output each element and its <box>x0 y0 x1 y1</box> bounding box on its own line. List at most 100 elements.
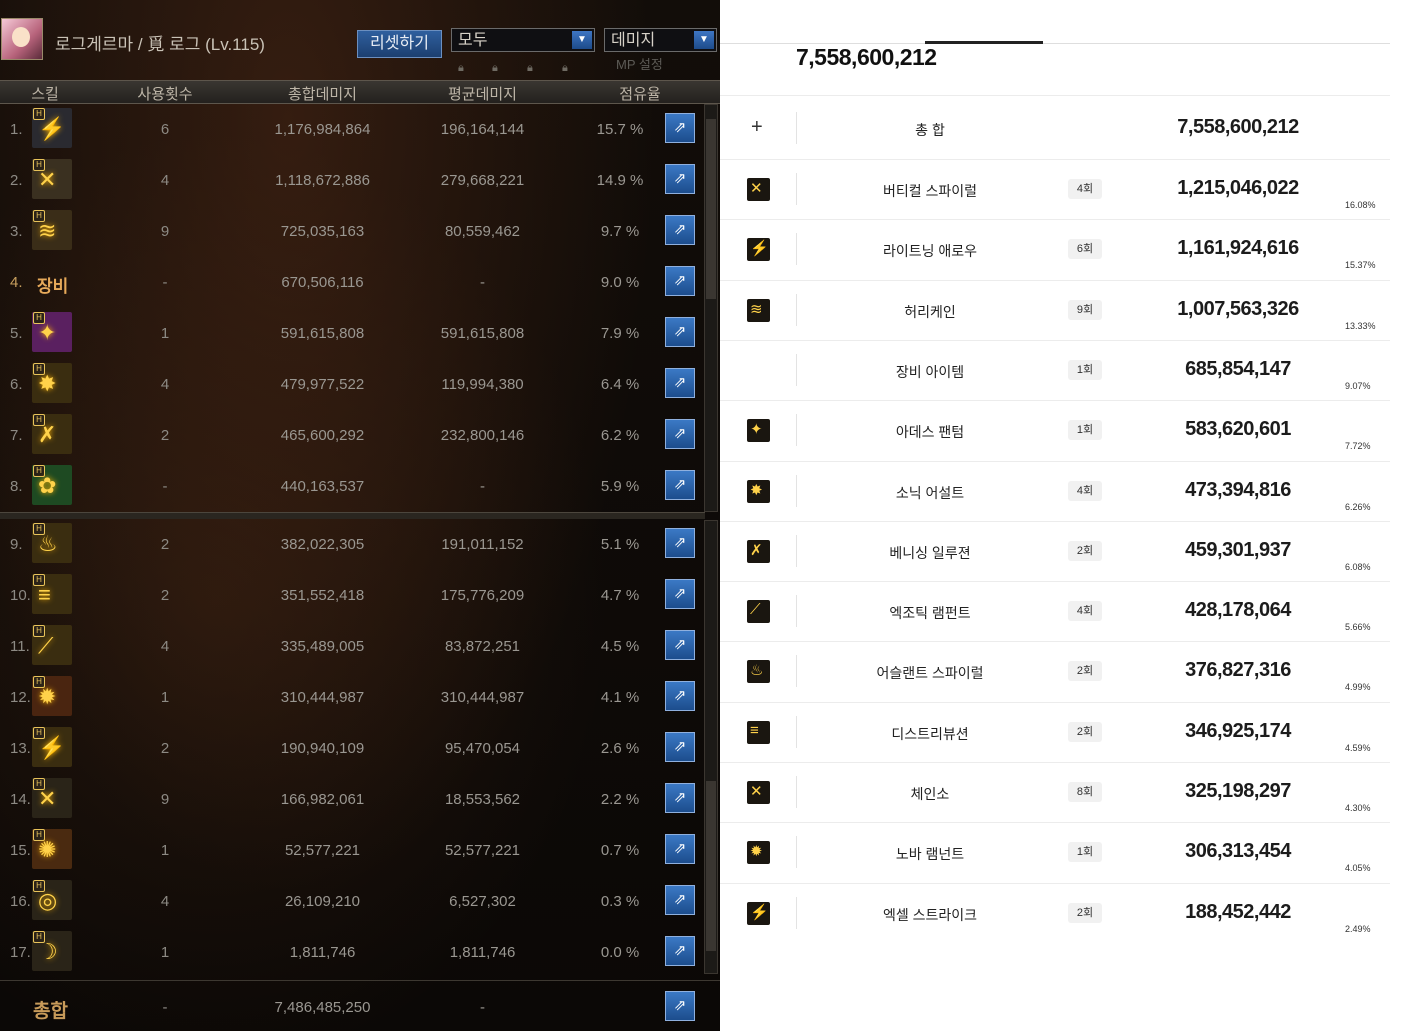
share-percent: 6.4 % <box>600 376 640 393</box>
use-count-badge: 1회 <box>1068 420 1102 441</box>
summary-total-row[interactable]: + 총 합 7,558,600,212 <box>720 100 1390 158</box>
divider <box>796 173 797 205</box>
divider <box>796 414 797 447</box>
share-button[interactable]: ⇗ <box>665 317 695 347</box>
total-damage: 7,486,485,250 <box>274 999 371 1016</box>
divider <box>720 159 1390 160</box>
share-button[interactable]: ⇗ <box>665 164 695 194</box>
share-button[interactable]: ⇗ <box>665 783 695 813</box>
summary-skill-row[interactable]: ≋ 허리케인 9회 1,007,563,326 13.33% <box>720 282 1390 340</box>
summary-skill-row[interactable]: ✗ 베니싱 일루젼 2회 459,301,937 6.08% <box>720 523 1390 581</box>
summary-skill-row[interactable]: ♨ 어슬랜트 스파이럴 2회 376,827,316 4.99% <box>720 643 1390 701</box>
use-count: - <box>162 478 168 495</box>
share-button[interactable]: ⇗ <box>665 579 695 609</box>
game-topbar: 로그게르마 / 覓 로그 (Lv.115) 리셋하기 모두 ▼ 데미지 ▼ MP… <box>0 0 720 80</box>
row-number: 8. <box>10 478 23 495</box>
share-icon: ⇗ <box>673 585 687 602</box>
summary-total-value: 7,558,600,212 <box>1177 116 1299 138</box>
summary-skill-row[interactable]: ⟋ 엑조틱 램펀트 4회 428,178,064 5.66% <box>720 583 1390 641</box>
filter-select[interactable]: 모두 ▼ <box>451 28 595 52</box>
share-button[interactable]: ⇗ <box>665 681 695 711</box>
share-button[interactable]: ⇗ <box>665 215 695 245</box>
skill-name: 라이트닝 애로우 <box>882 243 978 260</box>
mp-setting-label: MP 설정 <box>616 57 663 72</box>
skill-name: 엑조틱 램펀트 <box>889 605 971 622</box>
skill-damage: 459,301,937 <box>1185 538 1291 561</box>
share-button[interactable]: ⇗ <box>665 834 695 864</box>
chevron-down-icon: ▼ <box>694 31 714 49</box>
use-count: 1 <box>160 325 170 342</box>
skill-damage: 428,178,064 <box>1185 599 1291 622</box>
skill-row: 4. 장비 - 670,506,116 - 9.0 % ⇗ <box>0 256 700 307</box>
share-button[interactable]: ⇗ <box>665 419 695 449</box>
summary-skill-row[interactable]: ≡ 디스트리뷰션 2회 346,925,174 4.59% <box>720 704 1390 762</box>
summary-skill-row[interactable]: ✸ 소닉 어설트 4회 473,394,816 6.26% <box>720 463 1390 521</box>
divider <box>796 534 797 567</box>
divider <box>796 715 797 748</box>
row-number: 5. <box>10 325 23 342</box>
share-button[interactable]: ⇗ <box>665 732 695 762</box>
summary-skill-row[interactable]: ✦ 아데스 팬텀 1회 583,620,601 7.72% <box>720 402 1390 460</box>
divider <box>720 641 1390 643</box>
distribution-icon: ≡ <box>747 720 770 744</box>
share-button[interactable]: ⇗ <box>665 991 695 1021</box>
average-damage: 18,553,562 <box>444 791 521 808</box>
summary-skill-row[interactable]: ✕ 버티컬 스파이럴 4회 1,215,046,022 16.08% <box>720 161 1390 219</box>
average-damage: - <box>480 274 485 291</box>
average-damage: 83,872,251 <box>444 638 521 655</box>
summary-total-label: 총 합 <box>915 122 945 138</box>
average-damage: 310,444,987 <box>440 689 525 706</box>
divider <box>720 400 1390 402</box>
use-count: 2 <box>160 536 170 553</box>
skill-name: 허리케인 <box>904 303 956 320</box>
active-tab-indicator <box>925 41 1043 44</box>
use-count-badge: 2회 <box>1068 540 1102 561</box>
total-uses: - <box>162 999 168 1016</box>
average-damage: 196,164,144 <box>440 121 525 138</box>
share-button[interactable]: ⇗ <box>665 470 695 500</box>
skill-row: 7. ✗ 2 465,600,292 232,800,146 6.2 % ⇗ <box>0 409 700 460</box>
skill-name: 노바 램넌트 <box>895 846 965 863</box>
summary-skill-row[interactable]: ⚡ 엑셀 스트라이크 2회 188,452,442 2.49% <box>720 885 1390 943</box>
divider <box>720 581 1390 583</box>
skill-damage: 188,452,442 <box>1185 900 1291 923</box>
scrollbar-lower[interactable] <box>704 520 718 974</box>
share-button[interactable]: ⇗ <box>665 630 695 660</box>
share-button[interactable]: ⇗ <box>665 113 695 143</box>
reset-button[interactable]: 리셋하기 <box>357 30 442 58</box>
share-icon: ⇗ <box>673 323 687 340</box>
skill-share-percent: 7.72% <box>1345 441 1371 452</box>
skill-name: 장비 아이템 <box>895 363 965 380</box>
share-icon: ⇗ <box>673 738 687 755</box>
summary-skill-row[interactable]: 장비 아이템 1회 685,854,147 9.07% <box>720 342 1390 400</box>
share-icon: ⇗ <box>673 425 687 442</box>
skill-damage: 473,394,816 <box>1185 478 1291 501</box>
share-button[interactable]: ⇗ <box>665 528 695 558</box>
skill-row: 16.◎ 4 26,109,210 6,527,302 0.3 % ⇗ <box>0 875 700 926</box>
skill-name: 엑셀 스트라이크 <box>882 906 978 923</box>
row-number: 13. <box>10 740 31 757</box>
share-button[interactable]: ⇗ <box>665 368 695 398</box>
chainsaw-icon: ✕ <box>32 778 72 818</box>
summary-panel: 7,558,600,212 + 총 합 7,558,600,212 ✕ 버티컬 스… <box>720 0 1421 1031</box>
use-count-badge: 4회 <box>1068 480 1102 501</box>
share-button[interactable]: ⇗ <box>665 936 695 966</box>
use-count-badge: 9회 <box>1068 299 1102 320</box>
header-share: 점유율 <box>619 86 661 103</box>
metric-select[interactable]: 데미지 ▼ <box>604 28 717 52</box>
plus-icon[interactable]: + <box>751 116 763 139</box>
share-button[interactable]: ⇗ <box>665 885 695 915</box>
summary-skill-row[interactable]: ✕ 체인소 8회 325,198,297 4.30% <box>720 764 1390 822</box>
average-damage: 52,577,221 <box>444 842 521 859</box>
share-button[interactable]: ⇗ <box>665 266 695 296</box>
skill-row: 3. ≋ 9 725,035,163 80,559,462 9.7 % ⇗ <box>0 205 700 256</box>
summary-skill-row[interactable]: ⚡ 라이트닝 애로우 6회 1,161,924,616 15.37% <box>720 221 1390 279</box>
skill-share-percent: 16.08% <box>1345 200 1376 210</box>
skill-row: 12.✹ 1 310,444,987 310,444,987 4.1 % ⇗ <box>0 671 700 722</box>
summary-skill-row[interactable]: ✹ 노바 램넌트 1회 306,313,454 4.05% <box>720 824 1390 882</box>
game-damage-panel: 로그게르마 / 覓 로그 (Lv.115) 리셋하기 모두 ▼ 데미지 ▼ MP… <box>0 0 720 1031</box>
summon-icon: ✿ <box>32 465 72 505</box>
scrollbar-upper[interactable] <box>704 104 718 512</box>
share-percent: 9.7 % <box>600 223 640 240</box>
sonic-assault-icon: ✸ <box>747 479 770 503</box>
